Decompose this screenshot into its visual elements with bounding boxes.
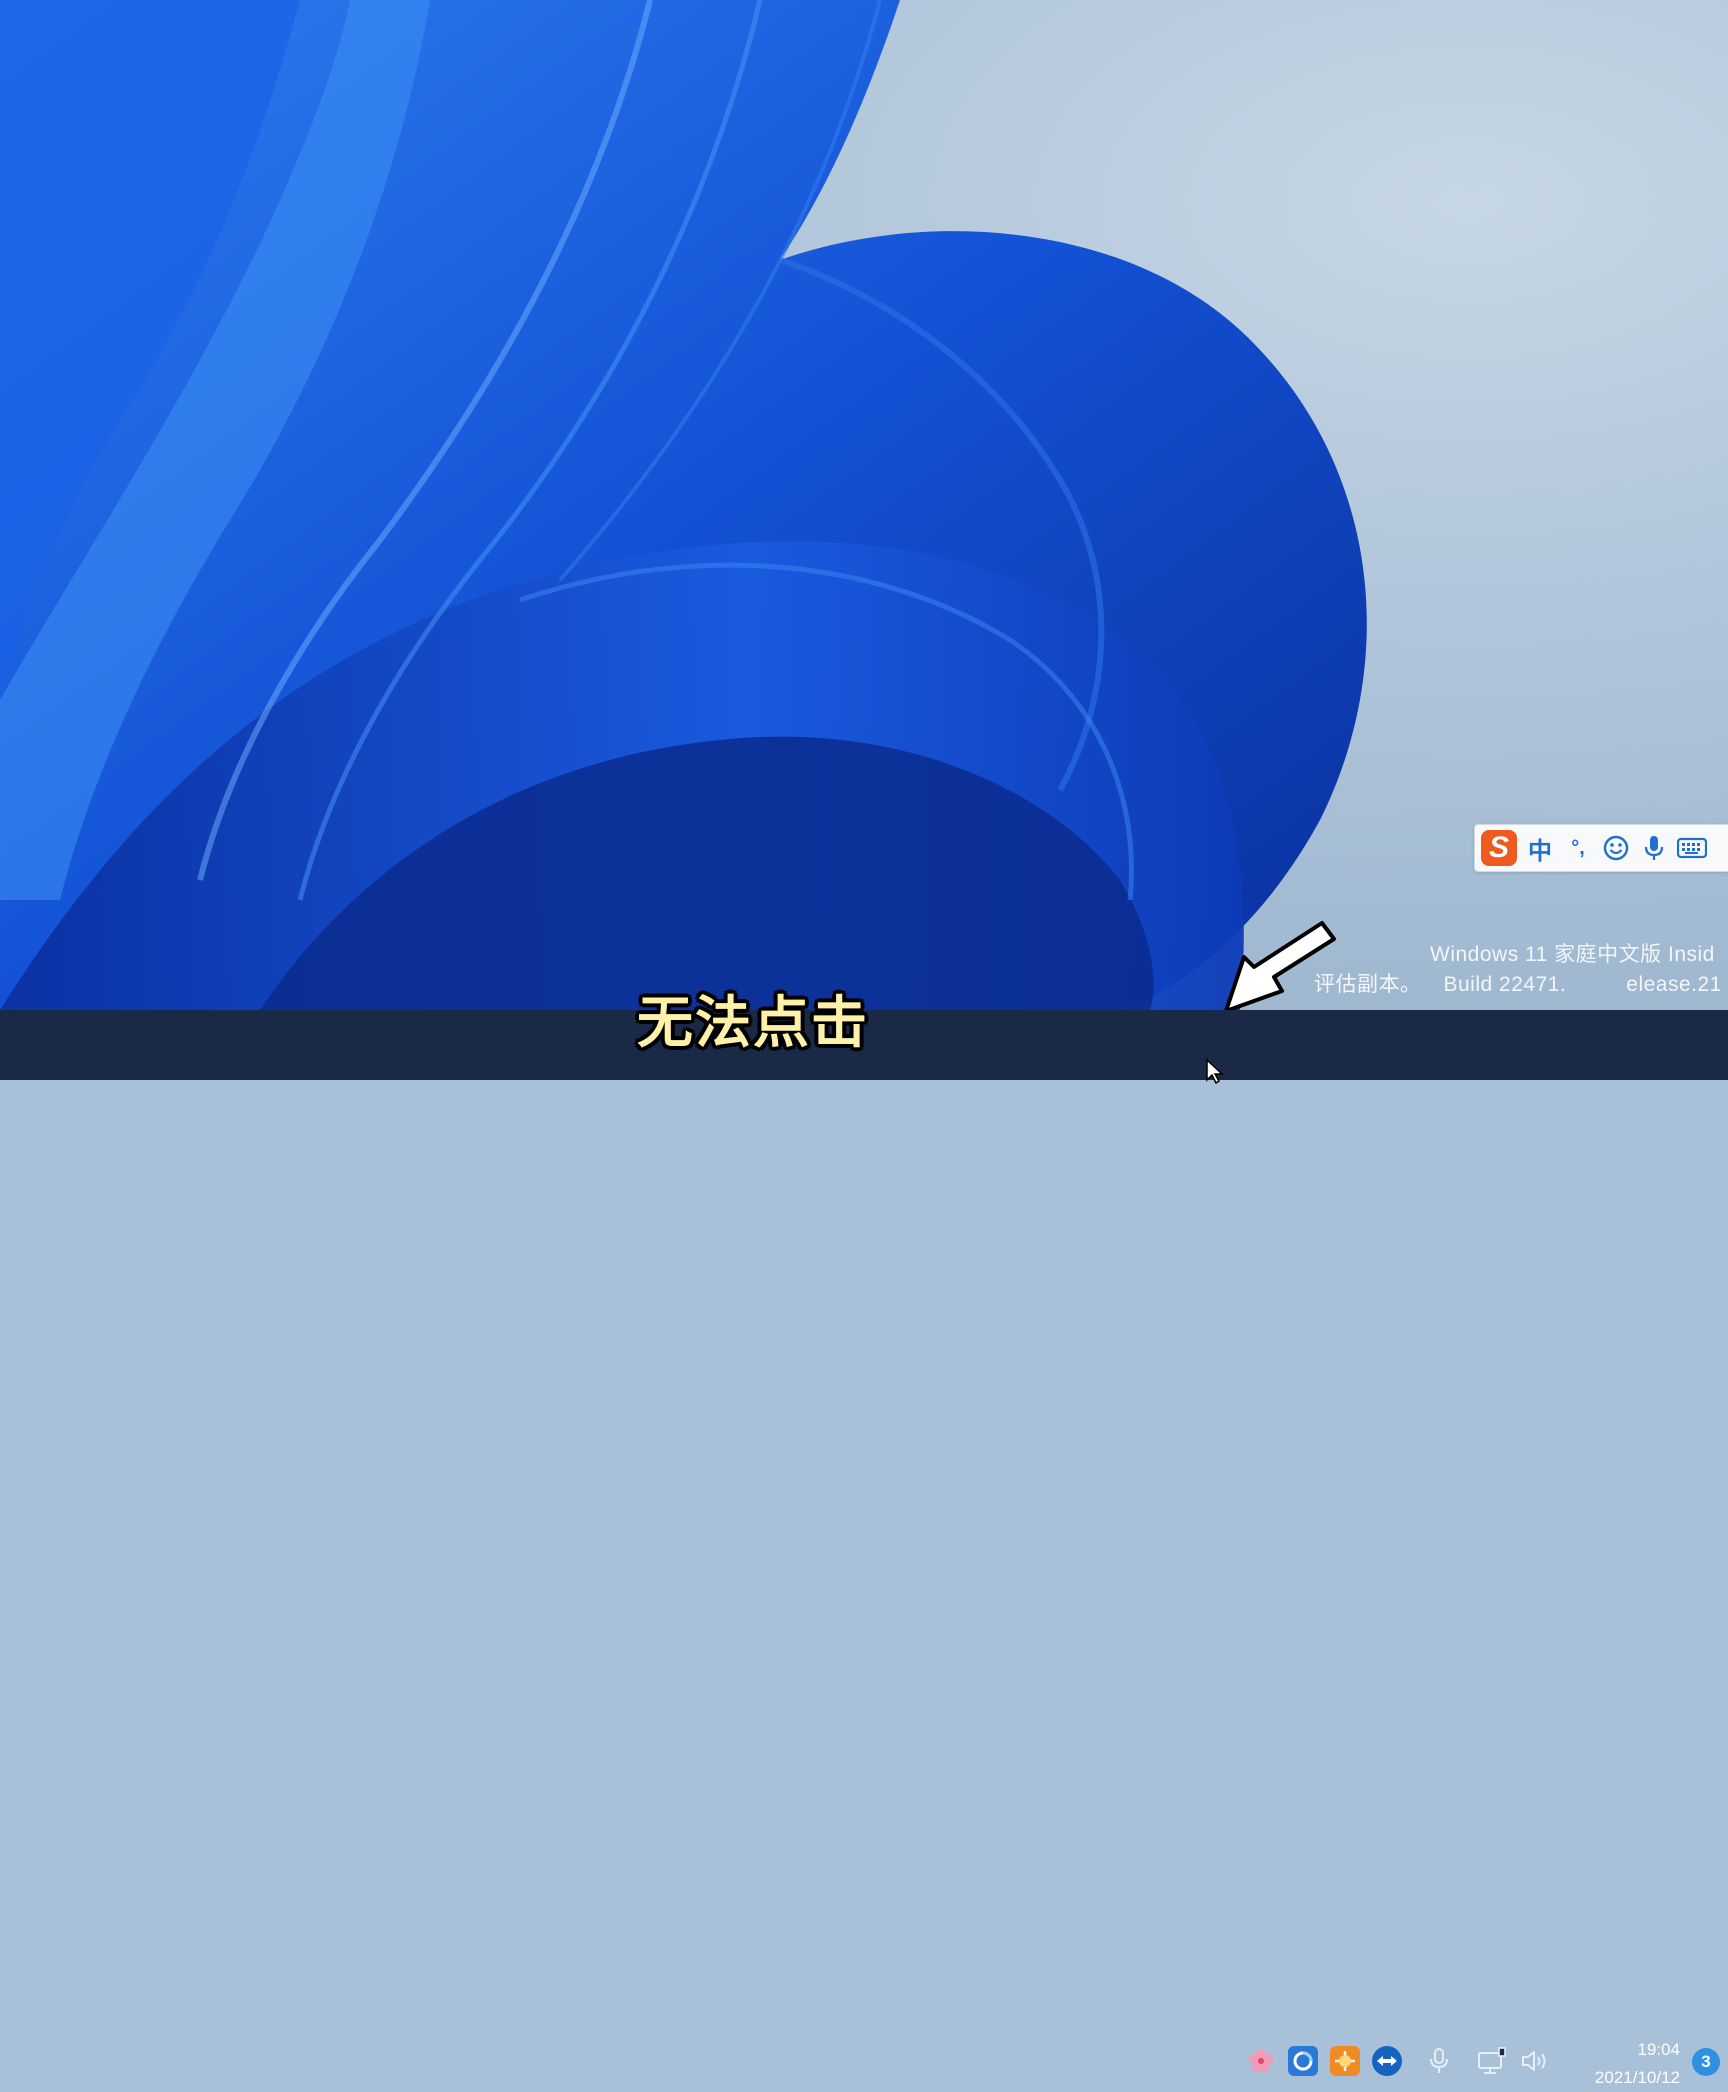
browser-app-icon[interactable] [1288, 2046, 1318, 2076]
volume-icon[interactable] [1520, 2046, 1550, 2076]
watermark-release: elease.21 [1626, 973, 1722, 996]
sogou-logo-icon[interactable]: S [1477, 826, 1521, 870]
watermark-build: 评估副本。 Build 22471. elease.21 [1314, 970, 1722, 1000]
network-icon[interactable] [1477, 2046, 1507, 2076]
taskbar-clock[interactable]: 19:04 2021/10/12 [1570, 2036, 1680, 2092]
teamviewer-icon[interactable] [1372, 2046, 1402, 2076]
watermark-edition: Windows 11 家庭中文版 Insid [1430, 943, 1715, 966]
desktop: Windows 11 家庭中文版 Insid 评估副本。 Build 22471.… [0, 0, 1728, 1010]
keyboard-icon[interactable] [1673, 826, 1711, 870]
notification-badge[interactable]: 3 [1692, 2048, 1720, 2076]
clock-time: 19:04 [1637, 2040, 1680, 2059]
mouse-cursor-icon [1206, 1058, 1224, 1084]
annotation-arrow-icon [1224, 921, 1336, 1010]
bloom-wallpaper [0, 0, 1367, 1010]
sakura-app-icon[interactable] [1246, 2046, 1276, 2076]
watermark-build-number: Build 22471. [1443, 973, 1567, 996]
ime-mode-toggle[interactable]: 中 [1521, 826, 1559, 870]
microphone-icon[interactable] [1424, 2046, 1454, 2076]
microphone-icon[interactable] [1635, 826, 1673, 870]
ime-toolbar[interactable]: S 中 °, [1474, 824, 1728, 872]
windows-evaluation-watermark: Windows 11 家庭中文版 Insid 评估副本。 Build 22471.… [1300, 940, 1728, 1010]
settings-app-icon[interactable] [1330, 2046, 1360, 2076]
clock-date: 2021/10/12 [1594, 2068, 1680, 2087]
punctuation-toggle[interactable]: °, [1559, 826, 1597, 870]
emoji-icon[interactable] [1597, 826, 1635, 870]
video-subtitle: 无法点击 [637, 991, 869, 1054]
